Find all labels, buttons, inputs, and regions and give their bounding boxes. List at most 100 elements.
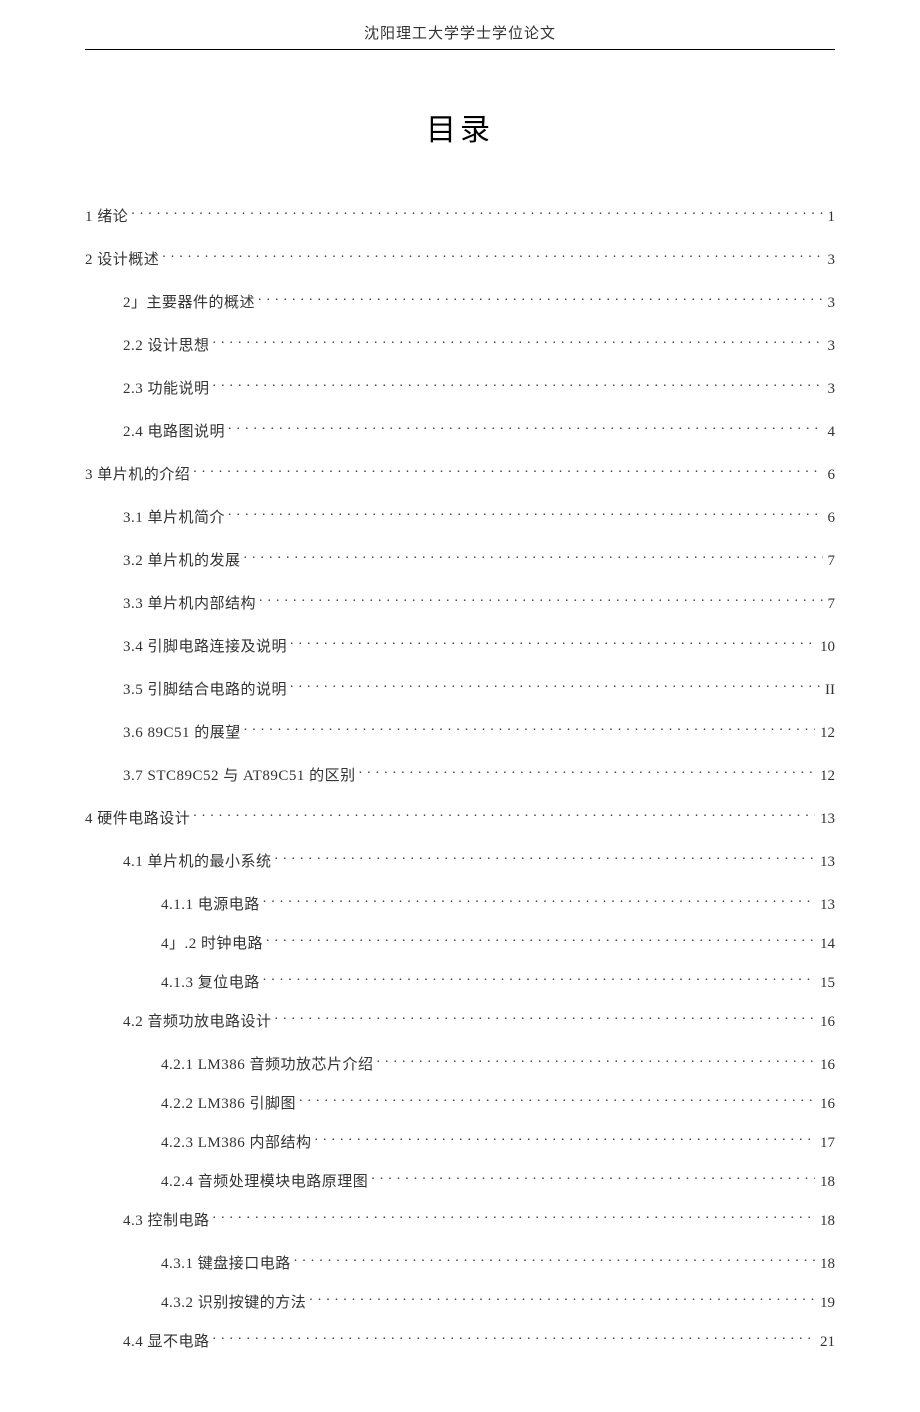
toc-entry-label: 4.1.3 复位电路 xyxy=(161,974,260,994)
toc-dot-leader xyxy=(259,591,822,608)
toc-entry-page: 16 xyxy=(818,1056,835,1076)
toc-dot-leader xyxy=(213,333,823,350)
toc-entry: 4.4 显不电路21 xyxy=(85,1329,835,1352)
toc-container: 1 绪论12 设计概述32」主要器件的概述32.2 设计思想32.3 功能说明3… xyxy=(85,204,835,1352)
toc-entry-label: 4.2.3 LM386 内部结构 xyxy=(161,1134,312,1154)
toc-dot-leader xyxy=(244,720,815,737)
toc-dot-leader xyxy=(213,1208,815,1225)
toc-entry-label: 3.6 89C51 的展望 xyxy=(123,724,241,744)
toc-entry-page: 7 xyxy=(826,595,836,615)
toc-entry: 4.2 音频功放电路设计16 xyxy=(85,1009,835,1032)
toc-dot-leader xyxy=(213,376,823,393)
toc-dot-leader xyxy=(193,806,815,823)
toc-dot-leader xyxy=(309,1290,815,1307)
toc-entry-label: 2.3 功能说明 xyxy=(123,380,210,400)
toc-entry-page: 1 xyxy=(826,208,836,228)
toc-entry: 2.3 功能说明 3 xyxy=(85,376,835,399)
toc-entry: 3.2 单片机的发展 7 xyxy=(85,548,835,571)
toc-entry-page: 3 xyxy=(826,380,836,400)
toc-entry-page: 15 xyxy=(818,974,835,994)
toc-entry: 4.1.1 电源电路 13 xyxy=(85,892,835,915)
toc-entry: 3.6 89C51 的展望12 xyxy=(85,720,835,743)
toc-entry-page: 12 xyxy=(818,767,835,787)
toc-entry-label: 4.2.2 LM386 引脚图 xyxy=(161,1095,296,1115)
toc-entry: 2.2 设计思想3 xyxy=(85,333,835,356)
running-header-title: 沈阳理工大学学士学位论文 xyxy=(364,22,556,43)
header-rule xyxy=(85,49,835,50)
toc-dot-leader xyxy=(359,763,815,780)
toc-entry-page: 14 xyxy=(818,935,835,955)
toc-title: 目录 xyxy=(85,105,835,149)
toc-entry: 4.2.3 LM386 内部结构 17 xyxy=(85,1130,835,1153)
toc-entry-page: 7 xyxy=(826,552,836,572)
toc-entry: 4.3.2 识别按键的方法19 xyxy=(85,1290,835,1313)
toc-entry-label: 4.4 显不电路 xyxy=(123,1333,210,1353)
toc-entry-page: 3 xyxy=(826,294,836,314)
toc-dot-leader xyxy=(290,677,820,694)
toc-entry-label: 3.4 引脚电路连接及说明 xyxy=(123,638,287,658)
page-body: 目录 1 绪论12 设计概述32」主要器件的概述32.2 设计思想32.3 功能… xyxy=(0,105,920,1412)
toc-entry: 3 单片机的介绍 6 xyxy=(85,462,835,485)
toc-entry-label: 4」.2 时钟电路 xyxy=(161,935,263,955)
toc-entry-label: 4.1 单片机的最小系统 xyxy=(123,853,272,873)
toc-entry-page: 19 xyxy=(818,1294,835,1314)
toc-entry-label: 3.3 单片机内部结构 xyxy=(123,595,256,615)
toc-entry-label: 2.4 电路图说明 xyxy=(123,423,225,443)
toc-dot-leader xyxy=(131,204,822,221)
toc-entry: 4」.2 时钟电路 14 xyxy=(85,931,835,954)
toc-entry-label: 2 设计概述 xyxy=(85,251,159,271)
toc-entry: 4.2.4 音频处理模块电路原理图18 xyxy=(85,1169,835,1192)
toc-dot-leader xyxy=(299,1091,815,1108)
toc-entry-label: 4.2 音频功放电路设计 xyxy=(123,1013,272,1033)
toc-entry: 4.1 单片机的最小系统 13 xyxy=(85,849,835,872)
toc-entry-label: 4.1.1 电源电路 xyxy=(161,896,260,916)
toc-entry-label: 4.2.4 音频处理模块电路原理图 xyxy=(161,1173,368,1193)
toc-entry-page: 6 xyxy=(826,466,836,486)
toc-dot-leader xyxy=(275,849,815,866)
toc-entry-page: 13 xyxy=(818,810,835,830)
toc-dot-leader xyxy=(258,290,822,307)
toc-entry: 1 绪论1 xyxy=(85,204,835,227)
toc-entry: 3.5 引脚结合电路的说明 II xyxy=(85,677,835,700)
toc-entry: 4.1.3 复位电路 15 xyxy=(85,970,835,993)
toc-entry: 4.2.1 LM386 音频功放芯片介绍 16 xyxy=(85,1052,835,1075)
toc-entry: 2 设计概述3 xyxy=(85,247,835,270)
toc-entry-label: 2.2 设计思想 xyxy=(123,337,210,357)
toc-entry-page: 13 xyxy=(818,853,835,873)
toc-entry-label: 3.5 引脚结合电路的说明 xyxy=(123,681,287,701)
toc-dot-leader xyxy=(266,931,815,948)
toc-entry-label: 4.3 控制电路 xyxy=(123,1212,210,1232)
toc-entry-page: II xyxy=(823,681,835,701)
toc-dot-leader xyxy=(162,247,822,264)
toc-entry-label: 3.2 单片机的发展 xyxy=(123,552,241,572)
toc-entry-page: 18 xyxy=(818,1212,835,1232)
toc-dot-leader xyxy=(193,462,822,479)
toc-entry-page: 17 xyxy=(818,1134,835,1154)
toc-entry: 2」主要器件的概述 3 xyxy=(85,290,835,313)
running-header-area: 沈阳理工大学学士学位论文 xyxy=(0,0,920,49)
toc-entry-label: 3 单片机的介绍 xyxy=(85,466,190,486)
toc-entry-page: 13 xyxy=(818,896,835,916)
toc-entry-label: 4.2.1 LM386 音频功放芯片介绍 xyxy=(161,1056,374,1076)
toc-dot-leader xyxy=(228,419,822,436)
toc-entry: 4 硬件电路设计13 xyxy=(85,806,835,829)
toc-dot-leader xyxy=(294,1251,815,1268)
toc-entry-page: 4 xyxy=(826,423,836,443)
toc-entry-label: 2」主要器件的概述 xyxy=(123,294,255,314)
toc-dot-leader xyxy=(263,892,815,909)
toc-dot-leader xyxy=(275,1009,815,1026)
toc-dot-leader xyxy=(371,1169,815,1186)
toc-entry: 3.7 STC89C52 与 AT89C51 的区别 12 xyxy=(85,763,835,786)
toc-dot-leader xyxy=(377,1052,815,1069)
toc-dot-leader xyxy=(315,1130,815,1147)
toc-entry-label: 4.3.1 键盘接口电路 xyxy=(161,1255,291,1275)
toc-entry: 2.4 电路图说明 4 xyxy=(85,419,835,442)
toc-entry-label: 3.7 STC89C52 与 AT89C51 的区别 xyxy=(123,767,356,787)
toc-entry: 3.4 引脚电路连接及说明 10 xyxy=(85,634,835,657)
toc-dot-leader xyxy=(263,970,815,987)
toc-entry: 4.3.1 键盘接口电路 18 xyxy=(85,1251,835,1274)
toc-entry-page: 18 xyxy=(818,1255,835,1275)
toc-entry: 4.3 控制电路 18 xyxy=(85,1208,835,1231)
toc-entry-page: 10 xyxy=(818,638,835,658)
toc-dot-leader xyxy=(244,548,823,565)
